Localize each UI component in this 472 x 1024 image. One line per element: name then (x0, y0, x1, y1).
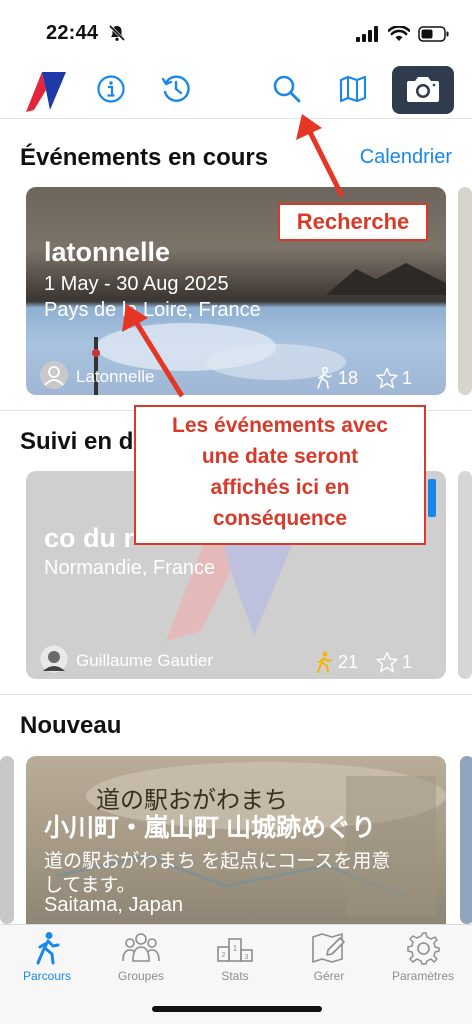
section-divider (0, 694, 472, 695)
new-title: 小川町・嵐山町 山城跡めぐり (44, 814, 376, 842)
annotation-events: Les événements avec une date seront affi… (134, 405, 426, 545)
event-location: Pays de la Loire, France (44, 299, 261, 321)
walkers-count: 18 (314, 367, 358, 389)
new-desc-line2: してます。 (44, 875, 136, 896)
star-icon (376, 651, 398, 673)
svg-text:2: 2 (222, 952, 226, 959)
status-badge (428, 479, 436, 517)
signal-icon (356, 26, 378, 42)
hiker-icon (317, 651, 332, 673)
app-logo-icon[interactable] (24, 70, 68, 114)
star-icon (376, 367, 398, 389)
calendar-link[interactable]: Calendrier (360, 146, 452, 169)
person-icon (44, 366, 64, 386)
bell-muted-icon (108, 24, 126, 42)
hiker-icon (317, 367, 332, 389)
tab-groupes[interactable]: Groupes (96, 931, 186, 987)
toolbar-divider (0, 118, 472, 119)
tab-label: Gérer (313, 969, 345, 983)
event-dates: 1 May - 30 Aug 2025 (44, 273, 229, 295)
camera-button[interactable] (392, 66, 454, 114)
status-time: 22:44 (46, 22, 99, 44)
annotation-line: Les événements avec (172, 414, 388, 437)
avatar (40, 361, 68, 389)
new-location: Saitama, Japan (44, 894, 183, 916)
history-icon[interactable] (160, 74, 190, 104)
svg-text:3: 3 (245, 954, 249, 961)
section-title-followed: Suivi en d (20, 428, 134, 455)
status-bar: 22:44 (0, 0, 472, 56)
gear-icon (407, 932, 440, 965)
annotation-line: affichés ici en (210, 476, 350, 499)
new-card[interactable]: 道の駅おがわまち 小川町・嵐山町 山城跡めぐり 道の駅おがわまち を起点にコース… (26, 756, 446, 924)
info-icon[interactable] (96, 74, 126, 104)
tab-stats[interactable]: 1 2 3 Stats (190, 931, 280, 987)
wifi-icon (388, 26, 410, 41)
followed-author: Guillaume Gautier (76, 651, 214, 670)
event-title: latonnelle (44, 237, 171, 267)
hiker-icon (36, 932, 60, 965)
next-card-peek[interactable] (458, 471, 472, 679)
tab-label: Parcours (22, 969, 72, 983)
tab-gerer[interactable]: Gérer (284, 931, 374, 987)
stars-value: 1 (402, 651, 413, 672)
walkers-value: 21 (338, 651, 359, 672)
svg-text:1: 1 (233, 944, 238, 953)
tab-label: Groupes (117, 969, 165, 983)
status-indicators (356, 24, 450, 44)
next-card-peek[interactable] (458, 187, 472, 395)
map-icon[interactable] (338, 74, 368, 104)
followed-location: Normandie, France (44, 557, 216, 579)
section-title-current-events: Événements en cours (20, 144, 269, 171)
tab-label: Paramètres (391, 969, 455, 983)
podium-icon: 1 2 3 (217, 938, 253, 962)
annotation-search: Recherche (278, 203, 428, 241)
avatar (40, 645, 68, 673)
person-photo-icon (40, 645, 68, 673)
section-title-new: Nouveau (20, 712, 122, 739)
followed-title: co du r (44, 523, 135, 553)
prev-card-peek[interactable] (0, 756, 14, 924)
walkers-value: 18 (338, 367, 359, 388)
stars-value: 1 (402, 367, 413, 388)
tab-parcours[interactable]: Parcours (2, 931, 92, 987)
home-indicator[interactable] (152, 1006, 322, 1012)
tab-label: Stats (221, 969, 249, 983)
annotation-line: une date seront (201, 445, 359, 468)
annotation-line: conséquence (212, 507, 348, 530)
group-icon (122, 933, 160, 962)
next-card-peek[interactable] (460, 756, 472, 924)
edit-map-icon (312, 933, 345, 963)
new-desc-line1: 道の駅おがわまち を起点にコースを用意 (44, 851, 391, 872)
walkers-count: 21 (314, 651, 358, 673)
stars-count: 1 (376, 651, 412, 673)
battery-icon (418, 26, 449, 42)
tab-parametres[interactable]: Paramètres (378, 931, 468, 987)
event-author: Latonnelle (76, 367, 155, 386)
stars-count: 1 (376, 367, 412, 389)
search-icon[interactable] (272, 74, 302, 104)
camera-icon (407, 77, 439, 102)
top-toolbar (0, 62, 472, 118)
